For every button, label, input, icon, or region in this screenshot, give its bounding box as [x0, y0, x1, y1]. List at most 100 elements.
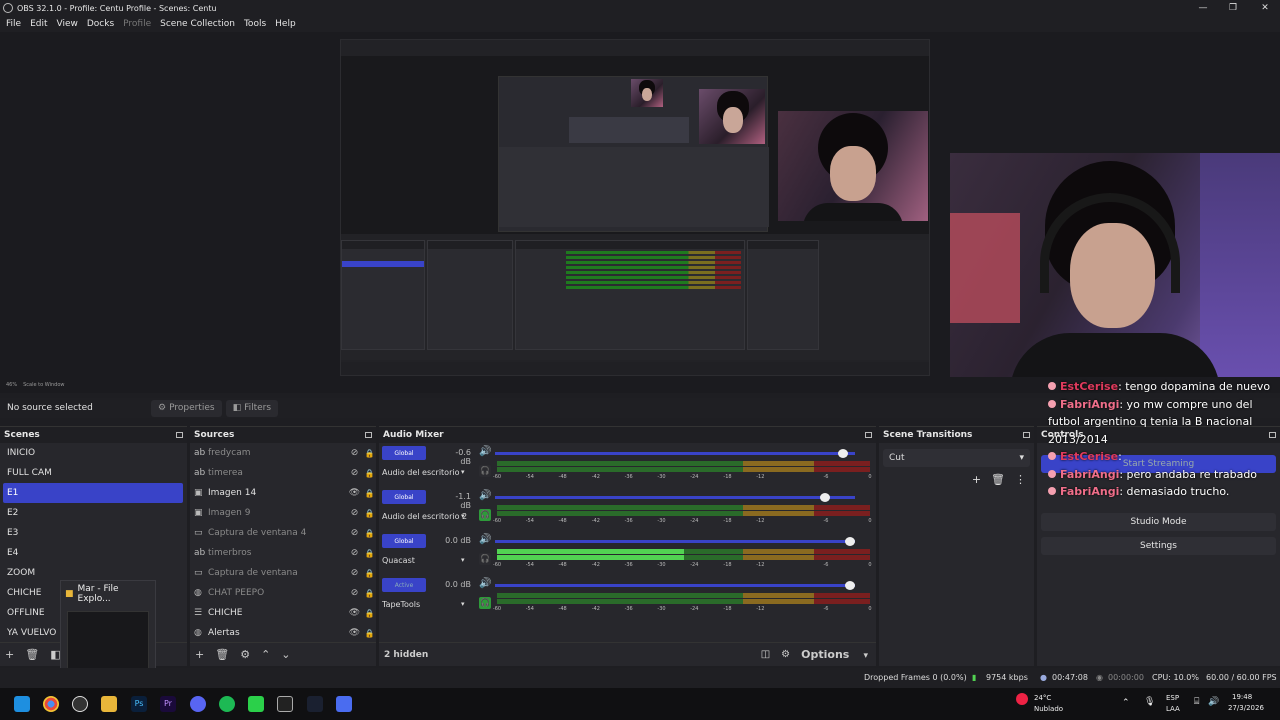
undock-icon[interactable] — [1023, 432, 1030, 438]
lock-icon[interactable]: 🔒 — [363, 469, 376, 478]
mixer-settings-icon[interactable]: ⚙ — [781, 649, 790, 660]
eye-hidden-icon[interactable]: ⊘ — [346, 468, 363, 478]
source-item[interactable]: ▣ Imagen 9 ⊘ 🔒 — [190, 503, 376, 523]
tray-chevron-icon[interactable]: ⌃ — [1122, 698, 1130, 708]
add-scene-button[interactable]: + — [5, 648, 14, 661]
volume-slider-handle[interactable] — [837, 449, 848, 458]
eye-hidden-icon[interactable]: ⊘ — [346, 528, 363, 538]
monitor-icon[interactable]: 🎧 — [479, 509, 491, 521]
menu-help[interactable]: Help — [275, 19, 296, 29]
monitor-icon[interactable]: 🎧 — [479, 553, 491, 565]
minimize-button[interactable]: — — [1188, 0, 1218, 16]
source-properties-button[interactable]: ⚙ — [240, 648, 250, 661]
scene-item[interactable]: INICIO — [0, 443, 187, 463]
file-explorer-thumbnail[interactable]: ■ Mar - File Explo... — [60, 580, 156, 676]
add-transition-button[interactable]: + — [972, 473, 981, 486]
lock-icon[interactable]: 🔒 — [363, 449, 376, 458]
menu-scene-collection[interactable]: Scene Collection — [160, 19, 235, 29]
spotify-icon[interactable] — [219, 696, 235, 712]
studio-mode-button[interactable]: Studio Mode — [1041, 513, 1276, 531]
chrome-icon[interactable] — [43, 696, 59, 712]
app-g-icon[interactable] — [277, 696, 293, 712]
chevron-down-icon[interactable]: ▾ — [461, 600, 465, 608]
discord-icon[interactable] — [190, 696, 206, 712]
options-button[interactable]: Options ▾ — [801, 648, 868, 661]
remove-transition-button[interactable]: 🗑 — [991, 473, 1005, 486]
volume-slider[interactable] — [495, 540, 855, 543]
scene-item[interactable]: E2 — [0, 503, 187, 523]
lock-icon[interactable]: 🔒 — [363, 609, 376, 618]
volume-slider-handle[interactable] — [819, 493, 830, 502]
eye-hidden-icon[interactable]: ⊘ — [346, 568, 363, 578]
speaker-icon[interactable]: 🔊 — [479, 578, 491, 589]
scene-item[interactable]: E4 — [0, 543, 187, 563]
volume-icon[interactable]: 🔊 — [1208, 697, 1219, 707]
source-item[interactable]: ▭ Captura de ventana 4 ⊘ 🔒 — [190, 523, 376, 543]
chevron-down-icon[interactable]: ▾ — [461, 512, 465, 520]
lock-icon[interactable]: 🔒 — [363, 629, 376, 638]
remove-source-button[interactable]: 🗑 — [215, 648, 229, 661]
source-item[interactable]: ab fredycam ⊘ 🔒 — [190, 443, 376, 463]
monitor-icon[interactable]: 🎧 — [479, 597, 491, 609]
microphone-icon[interactable]: 🎙 — [1144, 697, 1155, 707]
eye-hidden-icon[interactable]: ⊘ — [346, 588, 363, 598]
lock-icon[interactable]: 🔒 — [363, 569, 376, 578]
menu-file[interactable]: File — [6, 19, 21, 29]
language-code[interactable]: ESP — [1166, 694, 1179, 702]
volume-slider[interactable] — [495, 496, 855, 499]
eye-hidden-icon[interactable]: ⊘ — [346, 448, 363, 458]
monitor-icon[interactable]: 🎧 — [479, 465, 491, 477]
source-item[interactable]: ab timerea ⊘ 🔒 — [190, 463, 376, 483]
add-source-button[interactable]: + — [195, 648, 204, 661]
windows-start-icon[interactable] — [14, 696, 30, 712]
source-item[interactable]: ◍ CHAT PEEPO ⊘ 🔒 — [190, 583, 376, 603]
scale-mode[interactable]: Scale to Window — [23, 382, 64, 388]
speaker-icon[interactable]: 🔊 — [479, 490, 491, 501]
app-blue-icon[interactable] — [336, 696, 352, 712]
volume-slider-handle[interactable] — [845, 581, 855, 590]
source-item[interactable]: ◍ Alertas 👁 🔒 — [190, 623, 376, 643]
scene-item[interactable]: E1 — [3, 483, 183, 503]
preview-canvas[interactable] — [0, 32, 1280, 383]
eye-icon[interactable]: 👁 — [346, 488, 363, 498]
lock-icon[interactable]: 🔒 — [363, 549, 376, 558]
maximize-button[interactable]: ❐ — [1218, 0, 1248, 16]
speaker-icon[interactable]: 🔊 — [479, 446, 491, 457]
source-item[interactable]: ☰ CHICHE 👁 🔒 — [190, 603, 376, 623]
eye-icon[interactable]: 👁 — [346, 628, 363, 638]
photoshop-icon[interactable]: Ps — [131, 696, 147, 712]
file-explorer-icon[interactable] — [101, 696, 117, 712]
clock-date[interactable]: 27/3/2026 — [1228, 704, 1264, 712]
eye-hidden-icon[interactable]: ⊘ — [346, 508, 363, 518]
mixer-channel-tag[interactable]: Active — [382, 578, 426, 592]
undock-icon[interactable] — [176, 432, 183, 438]
volume-slider[interactable] — [495, 452, 855, 455]
close-button[interactable]: ✕ — [1250, 0, 1280, 16]
lock-icon[interactable]: 🔒 — [363, 509, 376, 518]
layout-toggle-icon[interactable]: ◫ — [761, 649, 770, 660]
remove-scene-button[interactable]: 🗑 — [25, 648, 39, 661]
properties-button[interactable]: ⚙ Properties — [151, 399, 222, 417]
zoom-level[interactable]: 46% — [6, 382, 17, 388]
scene-item[interactable]: E3 — [0, 523, 187, 543]
source-item[interactable]: ▣ Imagen 14 👁 🔒 — [190, 483, 376, 503]
premiere-icon[interactable]: Pr — [160, 696, 176, 712]
lock-icon[interactable]: 🔒 — [363, 529, 376, 538]
network-tray-icon[interactable]: ⌸ — [1194, 697, 1199, 707]
eye-hidden-icon[interactable]: ⊘ — [346, 548, 363, 558]
keyboard-layout[interactable]: LAA — [1166, 705, 1180, 713]
chevron-down-icon[interactable]: ▾ — [461, 468, 465, 476]
obs-taskbar-icon[interactable] — [72, 696, 88, 712]
clock-time[interactable]: 19:48 — [1232, 693, 1252, 701]
move-up-button[interactable]: ⌃ — [261, 648, 270, 661]
menu-profile[interactable]: Profile — [123, 19, 151, 29]
transition-select[interactable]: Cut ▾ — [883, 449, 1030, 467]
undock-icon[interactable] — [865, 432, 872, 438]
source-item[interactable]: ▭ Captura de ventana ⊘ 🔒 — [190, 563, 376, 583]
source-item[interactable]: ab timerbros ⊘ 🔒 — [190, 543, 376, 563]
kick-icon[interactable] — [248, 696, 264, 712]
menu-tools[interactable]: Tools — [244, 19, 266, 29]
settings-button[interactable]: Settings — [1041, 537, 1276, 555]
mixer-channel-tag[interactable]: Global — [382, 534, 426, 548]
app-diamond-icon[interactable] — [307, 696, 323, 712]
